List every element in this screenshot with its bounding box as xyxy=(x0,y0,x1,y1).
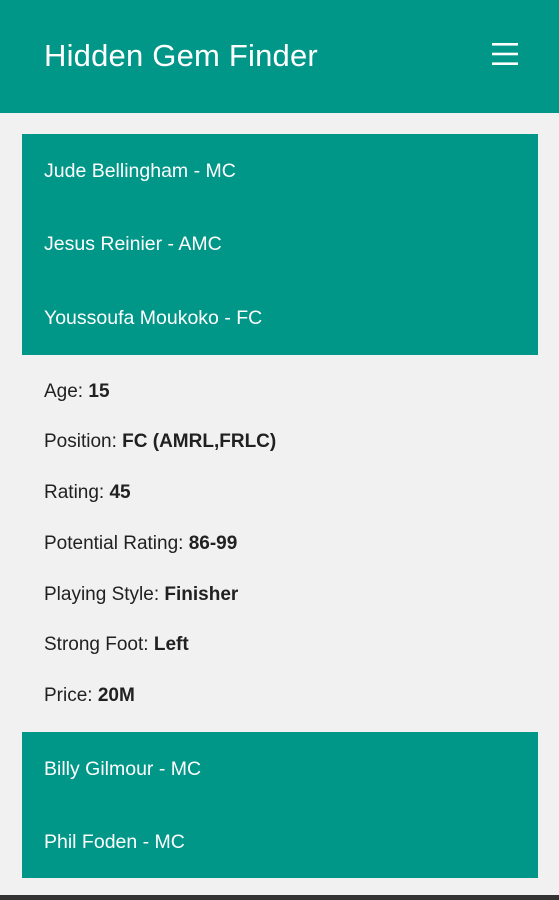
detail-position-label: Position: xyxy=(44,431,123,452)
detail-potential-value: 86-99 xyxy=(188,533,238,554)
app-title: Hidden Gem Finder xyxy=(44,38,318,73)
detail-style-label: Playing Style: xyxy=(44,584,165,605)
detail-style-value: Finisher xyxy=(164,584,239,605)
detail-price: Price: 20M xyxy=(44,685,135,707)
detail-rating-label: Rating: xyxy=(44,482,110,503)
player-list-top: Jude Bellingham - MC Jesus Reinier - AMC… xyxy=(22,134,538,355)
screen-bottom-edge xyxy=(0,895,559,900)
detail-potential-label: Potential Rating: xyxy=(44,533,189,554)
detail-foot-label: Strong Foot: xyxy=(44,634,154,655)
player-list-bottom: Billy Gilmour - MC Phil Foden - MC xyxy=(22,732,538,878)
player-item-youssoufa-moukoko[interactable]: Youssoufa Moukoko - FC xyxy=(44,307,262,330)
detail-price-label: Price: xyxy=(44,685,98,706)
hamburger-menu-icon[interactable] xyxy=(491,40,519,68)
detail-rating: Rating: 45 xyxy=(44,482,131,504)
player-item-jude-bellingham[interactable]: Jude Bellingham - MC xyxy=(44,160,236,183)
player-item-billy-gilmour[interactable]: Billy Gilmour - MC xyxy=(44,758,201,781)
detail-foot-value: Left xyxy=(153,634,189,655)
detail-position-value: FC (AMRL,FRLC) xyxy=(122,431,277,452)
detail-playing-style: Playing Style: Finisher xyxy=(44,584,238,606)
detail-price-value: 20M xyxy=(97,685,135,706)
player-item-jesus-reinier[interactable]: Jesus Reinier - AMC xyxy=(44,233,222,256)
detail-rating-value: 45 xyxy=(109,482,131,503)
app-bar: Hidden Gem Finder xyxy=(0,0,559,113)
detail-age-value: 15 xyxy=(88,381,110,402)
detail-strong-foot: Strong Foot: Left xyxy=(44,634,189,656)
detail-potential-rating: Potential Rating: 86-99 xyxy=(44,533,237,555)
detail-age-label: Age: xyxy=(44,381,89,402)
detail-age: Age: 15 xyxy=(44,381,110,403)
player-item-phil-foden[interactable]: Phil Foden - MC xyxy=(44,831,185,854)
detail-position: Position: FC (AMRL,FRLC) xyxy=(44,431,276,453)
